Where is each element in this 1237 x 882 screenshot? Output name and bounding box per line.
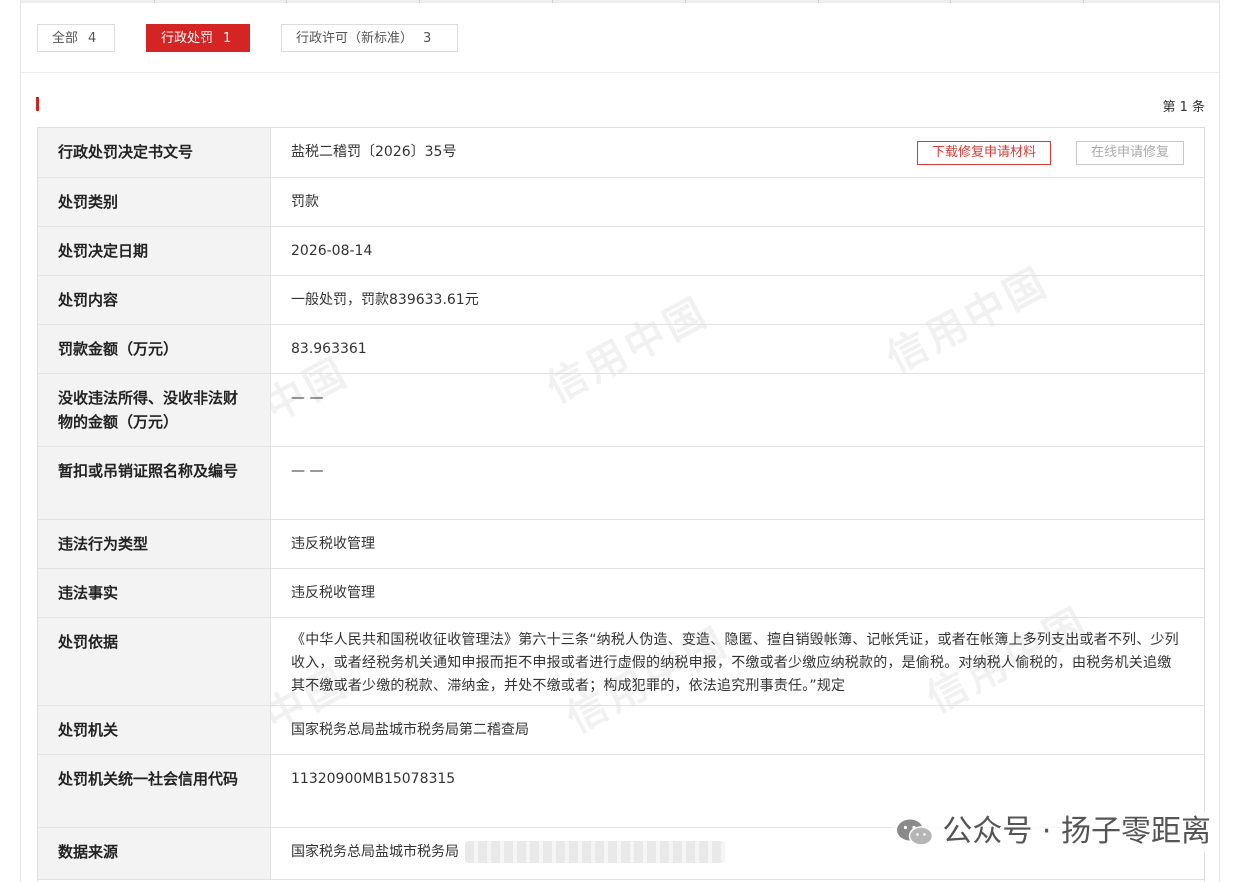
row-value: 违反税收管理 [291, 536, 375, 552]
table-row: 处罚类别 罚款 [38, 178, 1204, 227]
tab-label: 行政处罚 [161, 31, 214, 46]
table-row: 处罚机关 国家税务总局盐城市税务局第二稽查局 [38, 706, 1204, 755]
tab-label: 全部 [52, 31, 79, 46]
tab-label: 行政许可（新标准） [296, 31, 414, 46]
row-label: 处罚内容 [38, 276, 271, 324]
row-label: 数据来源 [38, 828, 271, 879]
wechat-account-text: 公众号 · 扬子零距离 [942, 814, 1211, 849]
online-repair-button[interactable]: 在线申请修复 [1075, 141, 1184, 165]
table-row: 处罚内容 一般处罚，罚款839633.61元 [38, 276, 1204, 325]
row-label: 处罚机关 [38, 706, 271, 754]
row-value: 盐税二稽罚〔2026〕35号 下载修复申请材料 在线申请修复 [271, 128, 1204, 177]
row-label: 违法行为类型 [38, 520, 271, 568]
data-source-text: 国家税务总局盐城市税务局 [291, 844, 459, 860]
row-label: 处罚依据 [38, 618, 271, 705]
tab-count: 3 [423, 31, 432, 46]
row-value: — — [291, 390, 324, 406]
tab-count: 1 [223, 31, 232, 46]
row-label: 行政处罚决定书文号 [38, 128, 271, 177]
divider [21, 72, 1219, 73]
table-row: 没收违法所得、没收非法财物的金额（万元） — — [38, 374, 1204, 447]
tab-administrative-license[interactable]: 行政许可（新标准） 3 [281, 24, 458, 52]
record-index: 第 1 条 [1162, 100, 1205, 115]
content-panel: 全部 4 行政处罚 1 行政许可（新标准） 3 第 1 条 信用中国 信用中国 信用中… [20, 0, 1220, 882]
tab-count: 4 [88, 31, 97, 46]
wechat-account-watermark: 公众号 · 扬子零距离 [892, 812, 1215, 852]
table-row: 违法事实 违反税收管理 [38, 569, 1204, 618]
row-value: 违反税收管理 [291, 585, 375, 601]
row-label: 处罚机关统一社会信用代码 [38, 755, 271, 827]
row-label: 罚款金额（万元） [38, 325, 271, 373]
tab-all[interactable]: 全部 4 [37, 24, 115, 52]
row-label: 暂扣或吊销证照名称及编号 [38, 447, 271, 519]
top-tab-strip [21, 0, 1219, 3]
row-value: 83.963361 [291, 341, 367, 357]
penalty-detail-table: 信用中国 信用中国 信用中国 信用中国 信用中国 信用中国 行政处罚决定书文号 … [37, 127, 1205, 882]
row-value: 罚款 [291, 194, 319, 210]
row-value: 国家税务总局盐城市税务局第二稽查局 [291, 722, 529, 738]
table-row: 处罚依据 《中华人民共和国税收征收管理法》第六十三条“纳税人伪造、变造、隐匿、擅… [38, 618, 1204, 706]
table-row: 暂扣或吊销证照名称及编号 — — [38, 447, 1204, 520]
row-value: 2026-08-14 [291, 243, 373, 259]
row-value: 一般处罚，罚款839633.61元 [291, 292, 479, 308]
table-row: 违法行为类型 违反税收管理 [38, 520, 1204, 569]
row-label: 违法事实 [38, 569, 271, 617]
decision-number: 盐税二稽罚〔2026〕35号 [291, 144, 457, 160]
table-row: 罚款金额（万元） 83.963361 [38, 325, 1204, 374]
redacted-blur [465, 841, 725, 863]
table-row: 行政处罚决定书文号 盐税二稽罚〔2026〕35号 下载修复申请材料 在线申请修复 [38, 128, 1204, 178]
row-label: 没收违法所得、没收非法财物的金额（万元） [38, 374, 271, 446]
section-marker [36, 97, 39, 111]
row-label: 处罚决定日期 [38, 227, 271, 275]
row-label: 处罚类别 [38, 178, 271, 226]
row-value: 《中华人民共和国税收征收管理法》第六十三条“纳税人伪造、变造、隐匿、擅自销毁帐簿… [291, 632, 1179, 694]
tab-administrative-penalty[interactable]: 行政处罚 1 [146, 24, 250, 52]
wechat-icon [896, 818, 934, 848]
download-repair-materials-button[interactable]: 下载修复申请材料 [916, 141, 1051, 165]
row-value: — — [291, 463, 324, 479]
table-row: 处罚决定日期 2026-08-14 [38, 227, 1204, 276]
